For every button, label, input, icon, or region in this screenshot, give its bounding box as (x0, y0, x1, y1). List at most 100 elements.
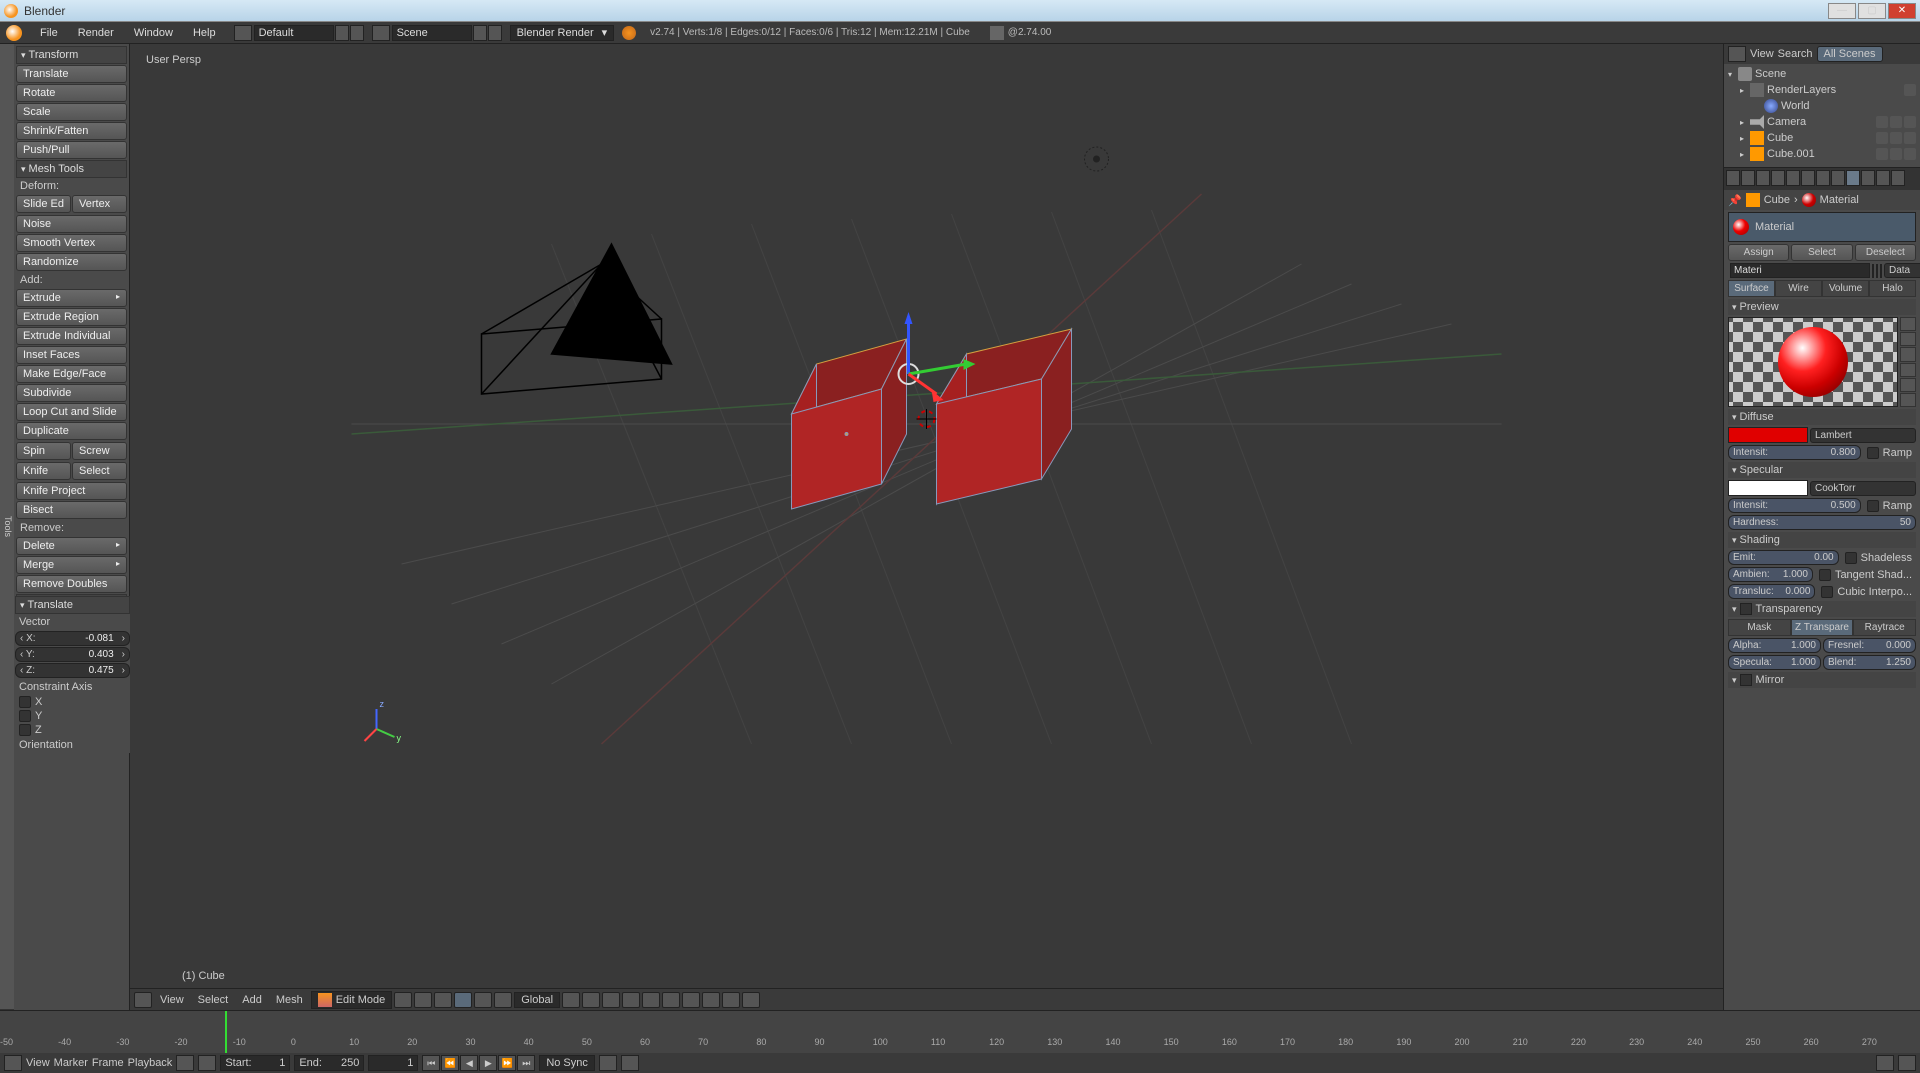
ztransp-tab[interactable]: Z Transpare (1791, 619, 1854, 636)
screen-layout-selector[interactable] (234, 25, 364, 41)
volume-tab[interactable]: Volume (1822, 280, 1869, 297)
proportional-edit-icon[interactable] (662, 992, 680, 1008)
auto-keyframe-icon[interactable] (176, 1055, 194, 1071)
data-tab-icon[interactable] (1831, 170, 1845, 186)
constraint-x-checkbox[interactable]: X (15, 695, 130, 709)
play-icon[interactable]: ▶ (479, 1055, 497, 1071)
menu-window[interactable]: Window (124, 27, 183, 39)
specular-header[interactable]: Specular (1728, 462, 1916, 478)
transparency-header[interactable]: Transparency (1728, 601, 1916, 617)
bisect-button[interactable]: Bisect (16, 501, 127, 519)
end-frame-field[interactable]: End:250 (294, 1055, 364, 1071)
mesh-tools-panel-header[interactable]: Mesh Tools (16, 160, 127, 178)
delete-button[interactable]: Delete (16, 537, 127, 555)
subdivide-button[interactable]: Subdivide (16, 384, 127, 402)
diffuse-intensity-slider[interactable]: Intensit:0.800 (1728, 445, 1861, 460)
minimize-button[interactable]: — (1828, 3, 1856, 19)
layout-browse-icon[interactable] (234, 25, 252, 41)
keyframe-prev-icon[interactable]: ⏪ (441, 1055, 459, 1071)
constraint-z-checkbox[interactable]: Z (15, 723, 130, 737)
scene-tab-icon[interactable] (1756, 170, 1770, 186)
limit-selection-icon[interactable] (642, 992, 660, 1008)
menu-file[interactable]: File (30, 27, 68, 39)
extrude-button[interactable]: Extrude (16, 289, 127, 307)
inset-faces-button[interactable]: Inset Faces (16, 346, 127, 364)
start-frame-field[interactable]: Start:1 (220, 1055, 290, 1071)
rotate-button[interactable]: Rotate (16, 84, 127, 102)
emit-slider[interactable]: Emit:0.00 (1728, 550, 1839, 565)
screw-button[interactable]: Screw (72, 442, 127, 460)
material-link-selector[interactable]: Data (1884, 263, 1920, 278)
tangent-checkbox[interactable]: Tangent Shad... (1815, 568, 1916, 582)
face-select-icon[interactable] (622, 992, 640, 1008)
noise-button[interactable]: Noise (16, 215, 127, 233)
jump-start-icon[interactable]: ⏮ (422, 1055, 440, 1071)
raytrace-tab[interactable]: Raytrace (1853, 619, 1916, 636)
render-preview-icon[interactable] (722, 992, 740, 1008)
specula-slider[interactable]: Specula:1.000 (1728, 655, 1821, 670)
physics-tab-icon[interactable] (1891, 170, 1905, 186)
transform-panel-header[interactable]: Transform (16, 46, 127, 64)
scene-browse-icon[interactable] (372, 25, 390, 41)
tree-cube[interactable]: ▸Cube (1726, 130, 1918, 146)
hardness-slider[interactable]: Hardness:50 (1728, 515, 1916, 530)
current-frame-field[interactable]: 1 (368, 1055, 418, 1071)
manipulator-scale-icon[interactable] (494, 992, 512, 1008)
timeline-playback[interactable]: Playback (128, 1057, 173, 1069)
scale-button[interactable]: Scale (16, 103, 127, 121)
orientation-selector[interactable]: Global (514, 992, 560, 1008)
outliner-editor-icon[interactable] (1728, 46, 1746, 62)
deselect-mat-button[interactable]: Deselect (1855, 244, 1916, 261)
tab-tools[interactable]: Tools (2, 44, 14, 1010)
layout-name-input[interactable] (254, 25, 334, 41)
play-reverse-icon[interactable]: ◀ (460, 1055, 478, 1071)
manipulator-translate-icon[interactable] (454, 992, 472, 1008)
scene-name-input[interactable] (392, 25, 472, 41)
preview-cube-icon[interactable] (1900, 347, 1916, 361)
material-tab-icon[interactable] (1846, 170, 1860, 186)
edge-select-icon[interactable] (602, 992, 620, 1008)
render-engine-selector[interactable]: Blender Render▾ (510, 25, 615, 41)
timeline-marker[interactable]: Marker (54, 1057, 88, 1069)
world-tab-icon[interactable] (1771, 170, 1785, 186)
translucency-slider[interactable]: Transluc:0.000 (1728, 584, 1815, 599)
specular-model-selector[interactable]: CookTorr (1810, 481, 1916, 496)
mask-tab[interactable]: Mask (1728, 619, 1791, 636)
randomize-button[interactable]: Randomize (16, 253, 127, 271)
texture-tab-icon[interactable] (1861, 170, 1875, 186)
keyframe-next-icon[interactable]: ⏩ (498, 1055, 516, 1071)
scene-add-button[interactable] (473, 25, 487, 41)
layout-add-button[interactable] (335, 25, 349, 41)
outliner-mode[interactable]: All Scenes (1817, 46, 1883, 62)
tool-shelf-tabs[interactable]: Tools Create Shading/UVs Options Grease … (0, 44, 14, 1010)
loop-cut-button[interactable]: Loop Cut and Slide (16, 403, 127, 421)
vector-y-field[interactable]: ‹ Y:0.403› (15, 647, 130, 662)
preview-header[interactable]: Preview (1728, 299, 1916, 315)
cubic-checkbox[interactable]: Cubic Interpo... (1817, 585, 1916, 599)
render-tab-icon[interactable] (1726, 170, 1740, 186)
shadeless-checkbox[interactable]: Shadeless (1841, 551, 1916, 565)
tree-scene[interactable]: ▾Scene (1726, 66, 1918, 82)
constraint-y-checkbox[interactable]: Y (15, 709, 130, 723)
3d-viewport[interactable]: User Persp (130, 44, 1723, 1010)
close-button[interactable]: ✕ (1888, 3, 1916, 19)
preview-sky-icon[interactable] (1900, 393, 1916, 407)
blender-logo-icon[interactable] (6, 25, 22, 41)
pin-icon[interactable]: 📌 (1728, 194, 1742, 207)
outliner-view[interactable]: View (1750, 48, 1774, 60)
audio-mute-icon[interactable] (599, 1055, 617, 1071)
spin-button[interactable]: Spin (16, 442, 71, 460)
preview-flat-icon[interactable] (1900, 317, 1916, 331)
render-anim-icon[interactable] (742, 992, 760, 1008)
duplicate-button[interactable]: Duplicate (16, 422, 127, 440)
assign-button[interactable]: Assign (1728, 244, 1789, 261)
blend-slider[interactable]: Blend:1.250 (1823, 655, 1916, 670)
jump-end-icon[interactable]: ⏭ (517, 1055, 535, 1071)
knife-button[interactable]: Knife (16, 462, 71, 480)
diffuse-header[interactable]: Diffuse (1728, 409, 1916, 425)
manipulator-rotate-icon[interactable] (474, 992, 492, 1008)
diffuse-model-selector[interactable]: Lambert (1810, 428, 1916, 443)
specular-intensity-slider[interactable]: Intensit:0.500 (1728, 498, 1861, 513)
add-menu[interactable]: Add (236, 994, 268, 1006)
alpha-slider[interactable]: Alpha:1.000 (1728, 638, 1821, 653)
